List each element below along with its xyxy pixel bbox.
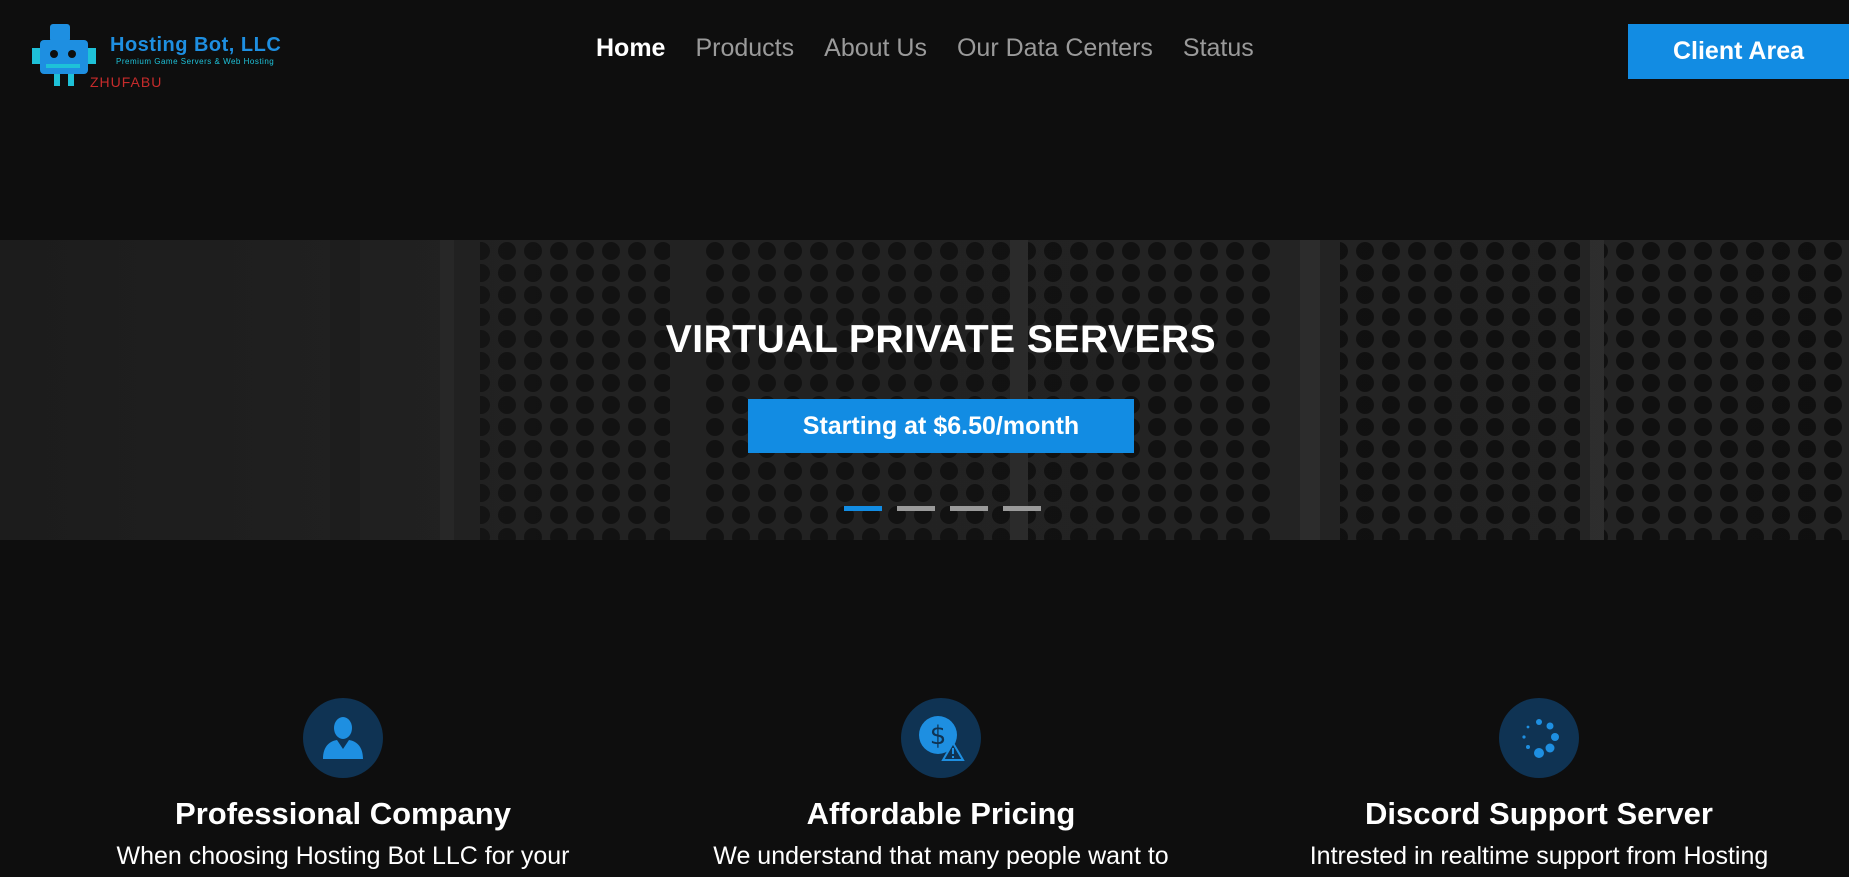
svg-text:$: $: [930, 721, 947, 751]
feature-text: Intrested in realtime support from Hosti…: [1309, 842, 1769, 870]
feature-title: Discord Support Server: [1365, 796, 1713, 831]
hero-cta-button[interactable]: Starting at $6.50/month: [748, 399, 1134, 453]
feature-text: When choosing Hosting Bot LLC for your: [116, 842, 570, 870]
spinner-icon: [1522, 719, 1559, 758]
server-rack-background: [0, 240, 1849, 540]
logo-watermark: ZHUFABU: [90, 74, 163, 90]
slide-indicator-3[interactable]: [950, 506, 988, 511]
nav-about-us[interactable]: About Us: [824, 34, 927, 63]
hero-slider: VIRTUAL PRIVATE SERVERS Starting at $6.5…: [0, 240, 1849, 540]
logo[interactable]: Hosting Bot, LLC Premium Game Servers & …: [30, 16, 282, 96]
nav-products[interactable]: Products: [695, 34, 794, 63]
logo-name: Hosting Bot, LLC: [110, 34, 282, 56]
feature-title: Affordable Pricing: [806, 796, 1076, 831]
hero-title: VIRTUAL PRIVATE SERVERS: [665, 318, 1217, 361]
feature-title: Professional Company: [175, 796, 511, 831]
feature-professional-company: Professional Company When choosing Hosti…: [43, 698, 643, 871]
nav-data-centers[interactable]: Our Data Centers: [957, 34, 1153, 63]
feature-discord-support: Discord Support Server Intrested in real…: [1239, 698, 1839, 871]
main-nav: Home Products About Us Our Data Centers …: [596, 34, 1254, 63]
dollar-warning-icon: $: [919, 716, 965, 761]
feature-icon-circle: [303, 698, 383, 778]
feature-affordable-pricing: $ Affordable Pricing We understand that …: [641, 698, 1241, 871]
feature-text: We understand that many people want to: [713, 842, 1169, 870]
logo-tagline: Premium Game Servers & Web Hosting: [116, 57, 275, 66]
feature-icon-circle: [1499, 698, 1579, 778]
slide-indicator-4[interactable]: [1003, 506, 1041, 511]
feature-icon-circle: $: [901, 698, 981, 778]
slider-indicators: [844, 506, 1041, 511]
nav-home[interactable]: Home: [596, 34, 665, 63]
slide-indicator-1[interactable]: [844, 506, 882, 511]
nav-status[interactable]: Status: [1183, 34, 1254, 63]
user-icon: [323, 717, 363, 759]
page: Hosting Bot, LLC Premium Game Servers & …: [0, 0, 1849, 877]
client-area-button[interactable]: Client Area: [1628, 24, 1849, 79]
slide-indicator-2[interactable]: [897, 506, 935, 511]
